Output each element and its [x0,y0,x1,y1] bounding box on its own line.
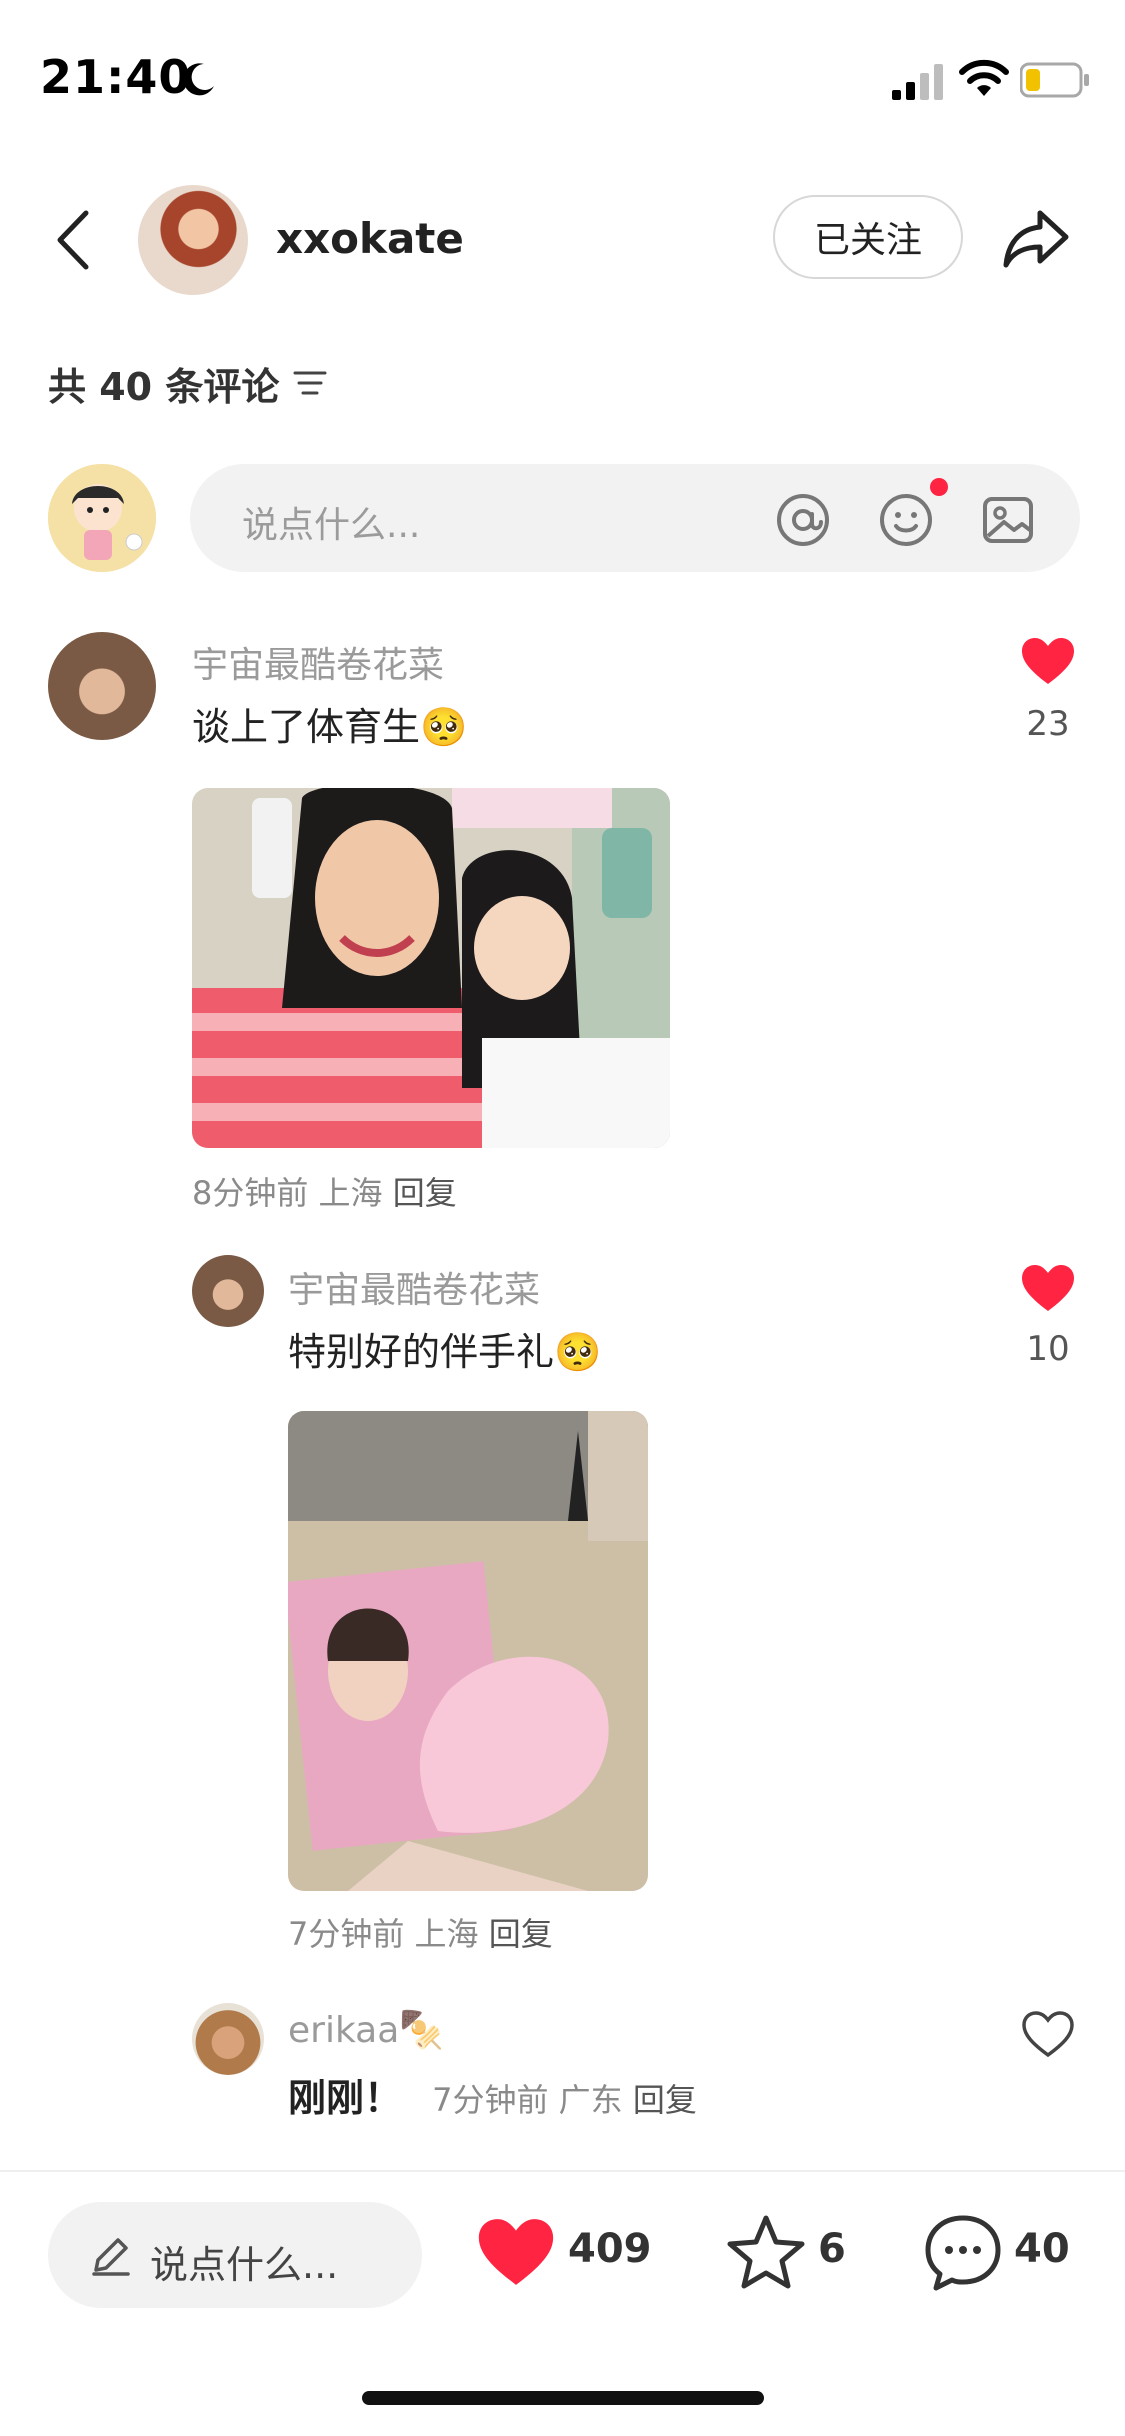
follow-button[interactable]: 已关注 [773,195,963,279]
post-header: xxokate 已关注 [0,180,1125,300]
comment-text[interactable]: 特别好的伴手礼🥺 [288,1321,601,1376]
comment-time: 8分钟前 [192,1174,309,1212]
back-button[interactable] [50,205,100,275]
commenter-avatar[interactable] [192,2003,264,2075]
heart-filled-icon[interactable] [1020,1263,1076,1313]
heart-filled-icon[interactable] [476,2216,556,2288]
commenter-avatar[interactable] [192,1255,264,1327]
status-bar: 21:40 [0,0,1125,150]
bottom-input-label: 说点什么... [150,2243,339,2287]
comment-location: 上海 [414,1915,479,1953]
author-username[interactable]: xxokate [276,214,464,263]
like-count: 23 [1026,704,1070,744]
home-indicator[interactable] [362,2391,764,2405]
commenter-name[interactable]: 宇宙最酷卷花菜 [288,1261,540,1313]
reply-button[interactable]: 回复 [633,2081,697,2119]
comment-meta: 8分钟前 上海 回复 [192,1168,457,1214]
comment-text: 刚刚！ 7分钟前 广东 回复 [288,2067,697,2122]
selfie-photo-icon [192,788,670,1148]
comment-text[interactable]: 谈上了体育生🥺 [192,696,467,751]
sort-filter-icon[interactable] [291,363,331,403]
status-time: 21:40 [40,50,192,104]
reply-button[interactable]: 回复 [489,1915,553,1953]
comment-text-body[interactable]: 刚刚！ [288,2076,402,2120]
image-icon[interactable] [980,492,1036,548]
comment-meta: 7分钟前 广东 回复 [432,2081,697,2119]
comment-count: 共 40 条评论 [48,364,280,409]
like-count: 10 [1026,1329,1070,1369]
comment-time: 7分钟前 [432,2081,549,2119]
comment-input-placeholder: 说点什么... [242,505,421,546]
pencil-icon [92,2238,130,2276]
comment-bubble-icon[interactable] [922,2212,1004,2294]
signal-icon [892,64,943,100]
heart-outline-icon[interactable] [1020,2009,1076,2059]
emoji-icon[interactable] [878,492,934,548]
comment-photo[interactable] [288,1411,648,1891]
comment-input[interactable]: 说点什么... [190,464,1080,572]
wifi-icon [959,59,1009,96]
mention-at-icon[interactable] [775,492,831,548]
post-like-count: 409 [568,2226,652,2272]
comment-meta: 7分钟前 上海 回复 [288,1909,553,1955]
reply-button[interactable]: 回复 [393,1174,457,1212]
my-avatar [48,464,156,572]
post-comment-count: 40 [1014,2226,1070,2272]
commenter-avatar[interactable] [48,632,156,740]
commenter-name[interactable]: erikaa🍢 [288,2009,444,2051]
reply-item: 宇宙最酷卷花菜 特别好的伴手礼🥺 10 7分钟前 上海 回复 [0,1245,1125,1965]
cartoon-girl-avatar-icon [48,464,156,572]
comment-time: 7分钟前 [288,1915,405,1953]
heart-filled-icon[interactable] [1020,636,1076,686]
comment-location: 广东 [558,2081,623,2119]
comment-photo[interactable] [192,788,670,1148]
reply-item: erikaa🍢 刚刚！ 7分钟前 广东 回复 [0,1995,1125,2145]
moon-icon [183,63,214,96]
notification-dot [930,478,948,496]
bottom-comment-input[interactable]: 说点什么... [48,2202,422,2308]
post-star-count: 6 [818,2226,846,2272]
comment-item: 宇宙最酷卷花菜 谈上了体育生🥺 23 8分钟前 上海 回复 [0,620,1125,1220]
comment-count-row[interactable]: 共 40 条评论 [48,355,331,411]
comment-location: 上海 [318,1174,383,1212]
author-avatar[interactable] [138,185,248,295]
commenter-name[interactable]: 宇宙最酷卷花菜 [192,636,444,688]
star-icon[interactable] [726,2212,806,2292]
battery-icon [1020,62,1089,98]
share-icon[interactable] [1000,205,1072,271]
gift-photo-icon [288,1411,648,1891]
